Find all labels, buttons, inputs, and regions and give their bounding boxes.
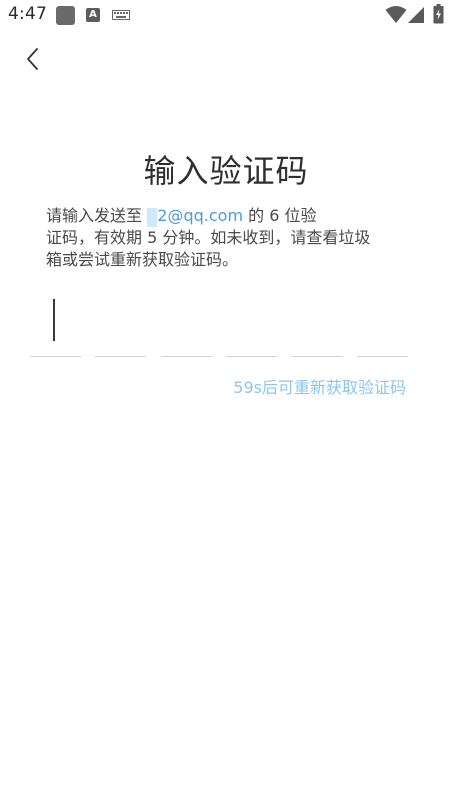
instruction-line-3: 箱或尝试重新获取验证码。 bbox=[46, 250, 239, 269]
instruction-suffix: 的 6 位验 bbox=[243, 206, 317, 225]
email-domain: 2@qq.com bbox=[157, 206, 244, 225]
back-button[interactable] bbox=[18, 42, 50, 76]
code-slot-3[interactable] bbox=[161, 356, 212, 357]
a-icon: A bbox=[86, 8, 100, 22]
code-slot-6[interactable] bbox=[357, 356, 408, 357]
instruction-prefix: 请输入发送至 bbox=[46, 206, 148, 225]
code-slot-4[interactable] bbox=[226, 356, 277, 357]
instruction-line-2: 证码，有效期 5 分钟。如未收到，请查看垃圾 bbox=[46, 228, 371, 247]
code-slot-1[interactable] bbox=[30, 356, 81, 357]
instruction-text: 请输入发送至 1 2@qq.com 的 6 位验 证码，有效期 5 分钟。如未收… bbox=[46, 205, 416, 271]
code-slot-5[interactable] bbox=[292, 356, 343, 357]
wifi-icon bbox=[385, 6, 407, 23]
signal-icon bbox=[408, 7, 424, 23]
chevron-left-icon bbox=[27, 48, 38, 70]
resend-code-button[interactable]: 59s后可重新获取验证码 bbox=[233, 374, 406, 398]
status-bar: 4:47 A bbox=[0, 0, 452, 30]
code-slot-2[interactable] bbox=[95, 356, 146, 357]
masked-email: 1 bbox=[147, 208, 158, 227]
battery-charging-icon bbox=[433, 4, 444, 24]
page-title: 输入验证码 bbox=[143, 152, 309, 190]
keyboard-icon bbox=[112, 10, 130, 20]
text-cursor bbox=[53, 299, 55, 341]
instruction-line-1: 请输入发送至 1 2@qq.com 的 6 位验 bbox=[46, 205, 416, 227]
status-time: 4:47 bbox=[8, 4, 47, 24]
app-notification-icon bbox=[56, 6, 75, 25]
